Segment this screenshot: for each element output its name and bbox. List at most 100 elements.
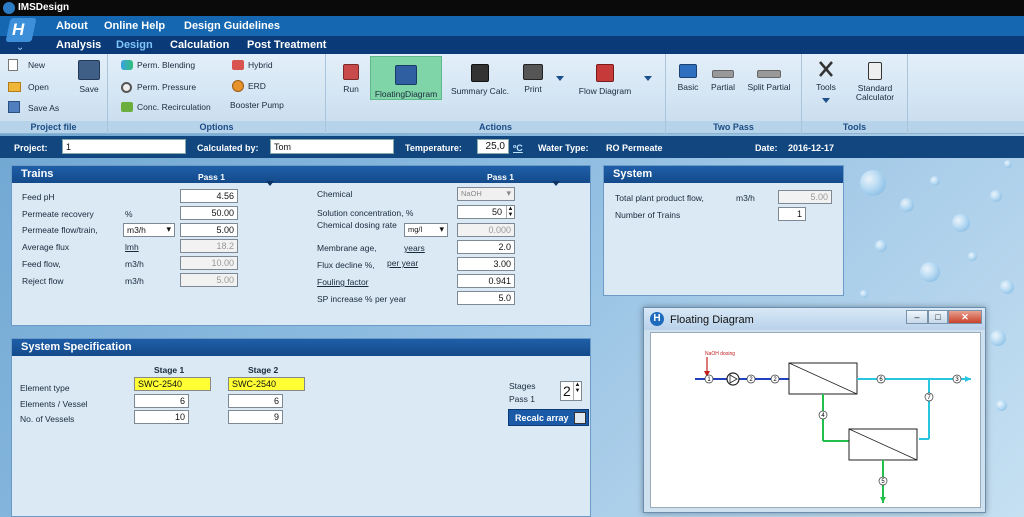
stages-stepper[interactable]: 2 ▲ ▼ xyxy=(560,381,582,401)
system-spec-panel: System Specification Stage 1 Stage 2 Ele… xyxy=(11,338,591,517)
permeate-recovery-input[interactable]: 50.00 xyxy=(180,206,238,220)
project-input[interactable]: 1 xyxy=(62,139,186,154)
run-icon xyxy=(343,64,359,80)
system-panel: System Total plant product flow, m3/h 5.… xyxy=(603,165,844,296)
app-logo-icon: H xyxy=(650,312,664,326)
maximize-button[interactable]: □ xyxy=(928,310,948,324)
stage1-num-vessels[interactable]: 10 xyxy=(134,410,189,424)
membrane-age-unit[interactable]: years xyxy=(404,243,425,253)
temperature-unit[interactable]: ºC xyxy=(513,143,523,153)
chemical-select[interactable]: NaOH xyxy=(457,187,515,201)
stage1-label: Stage 1 xyxy=(154,365,185,375)
flow-diagram-dropdown-icon[interactable] xyxy=(644,76,652,81)
pressure-gauge-icon xyxy=(121,82,132,93)
solution-concentration-input[interactable]: 50 ▲ ▼ xyxy=(457,205,515,219)
feed-ph-input[interactable]: 4.56 xyxy=(180,189,238,203)
floating-diagram-button[interactable]: FloatingDiagram xyxy=(370,56,442,100)
basic-button[interactable]: Basic xyxy=(676,64,700,92)
tools-button[interactable]: Tools xyxy=(814,60,838,103)
membrane-age-input[interactable]: 2.0 xyxy=(457,240,515,254)
floating-diagram-window[interactable]: H Floating Diagram – □ ✕ NaOH dosing 1 2… xyxy=(643,307,986,513)
feed-flow-label: Feed flow, xyxy=(22,259,61,269)
flow-diagram-canvas: NaOH dosing 1 2 2 3 4 5 6 7 xyxy=(650,332,981,508)
pass-dropdown-icon[interactable] xyxy=(266,181,274,186)
stage2-elements-vessel[interactable]: 6 xyxy=(228,394,283,408)
tools-dropdown-icon[interactable] xyxy=(822,98,830,103)
tab-analysis[interactable]: Analysis xyxy=(56,39,101,51)
floating-window-titlebar[interactable]: H Floating Diagram – □ ✕ xyxy=(644,308,985,330)
menu-about[interactable]: About xyxy=(56,20,88,32)
feed-ph-label: Feed pH xyxy=(22,192,55,202)
menu-online-help[interactable]: Online Help xyxy=(104,20,165,32)
fouling-factor-label[interactable]: Fouling factor xyxy=(317,277,369,287)
save-as-icon xyxy=(8,101,20,113)
chemical-dosing-rate-value: 0.000 xyxy=(457,223,515,237)
ribbon: New Open Save As Save Project file Perm.… xyxy=(0,54,1024,134)
standard-calculator-button[interactable]: Standard Calculator xyxy=(852,62,898,102)
water-drop xyxy=(1000,280,1014,294)
sp-increase-label: SP increase % per year xyxy=(317,294,407,304)
average-flux-unit[interactable]: lmh xyxy=(125,242,139,252)
stage2-element-type[interactable]: SWC-2540 xyxy=(228,377,305,391)
calculated-by-input[interactable]: Tom xyxy=(270,139,394,154)
app-menu-button[interactable]: H ⌄ xyxy=(4,18,38,53)
stepper-icon[interactable]: ▲ ▼ xyxy=(573,382,581,400)
reject-flow-unit: m3/h xyxy=(125,276,144,286)
permeate-recovery-label: Permeate recovery xyxy=(22,209,94,219)
tab-calculation[interactable]: Calculation xyxy=(170,39,229,51)
tab-post-treatment[interactable]: Post Treatment xyxy=(247,39,326,51)
num-trains-input[interactable]: 1 xyxy=(778,207,806,221)
recalc-array-button[interactable]: Recalc array xyxy=(508,409,589,426)
water-drop xyxy=(920,262,940,282)
dosing-unit-select[interactable]: mg/l xyxy=(404,223,448,237)
permeate-flow-label: Permeate flow/train, xyxy=(22,225,98,235)
num-trains-label: Number of Trains xyxy=(615,210,681,220)
elements-vessel-label: Elements / Vessel xyxy=(20,399,88,409)
chemical-dosing-rate-label: Chemical dosing rate xyxy=(317,220,397,230)
water-drop xyxy=(860,290,868,298)
recirculation-icon xyxy=(121,102,133,112)
feed-flow-value: 10.00 xyxy=(180,256,238,270)
group-label-options: Options xyxy=(108,121,325,133)
temperature-input[interactable]: 25,0 xyxy=(477,139,509,154)
date-label: Date: xyxy=(755,143,778,153)
stage1-elements-vessel[interactable]: 6 xyxy=(134,394,189,408)
permeate-flow-unit-select[interactable]: m3/h xyxy=(123,223,175,237)
summary-calc-button[interactable]: Summary Calc. xyxy=(448,64,512,96)
basic-pass-icon xyxy=(679,64,697,78)
stage1-element-type[interactable]: SWC-2540 xyxy=(134,377,211,391)
menu-design-guidelines[interactable]: Design Guidelines xyxy=(184,20,280,32)
group-options: Perm. Blending Perm. Pressure Conc. Reci… xyxy=(108,54,326,134)
print-dropdown-icon[interactable] xyxy=(556,76,564,81)
minimize-button[interactable]: – xyxy=(906,310,928,324)
chevron-down-icon: ⌄ xyxy=(16,42,25,53)
stage2-num-vessels[interactable]: 9 xyxy=(228,410,283,424)
booster-pump-button[interactable]: Booster Pump xyxy=(230,100,284,110)
standard-calculator-icon xyxy=(868,62,882,80)
flux-decline-input[interactable]: 3.00 xyxy=(457,257,515,271)
close-button[interactable]: ✕ xyxy=(948,310,982,324)
title-bar: IMSDesign xyxy=(0,0,1024,16)
flow-diagram-button[interactable]: Flow Diagram xyxy=(576,64,634,96)
tab-design[interactable]: Design xyxy=(116,39,153,51)
pass2-dropdown-icon[interactable] xyxy=(552,181,560,186)
water-type-value: RO Permeate xyxy=(606,143,663,153)
print-button[interactable]: Print xyxy=(518,64,548,94)
flux-decline-unit[interactable]: per year xyxy=(387,258,418,268)
stepper-icon[interactable]: ▲ ▼ xyxy=(506,206,514,218)
water-drop xyxy=(930,176,940,186)
permeate-flow-input[interactable]: 5.00 xyxy=(180,223,238,237)
average-flux-value: 18.2 xyxy=(180,239,238,253)
run-button[interactable]: Run xyxy=(338,64,364,94)
sp-increase-input[interactable]: 5.0 xyxy=(457,291,515,305)
calculator-icon xyxy=(574,412,586,424)
water-drop xyxy=(990,190,1002,202)
split-partial-icon xyxy=(757,70,781,78)
group-empty xyxy=(908,54,1024,134)
save-button[interactable]: Save xyxy=(76,60,102,94)
project-bar: Project: 1 Calculated by: Tom Temperatur… xyxy=(0,136,1024,158)
split-partial-button[interactable]: Split Partial xyxy=(744,64,794,92)
fouling-factor-input[interactable]: 0.941 xyxy=(457,274,515,288)
partial-button[interactable]: Partial xyxy=(708,64,738,92)
water-drop xyxy=(952,214,970,232)
